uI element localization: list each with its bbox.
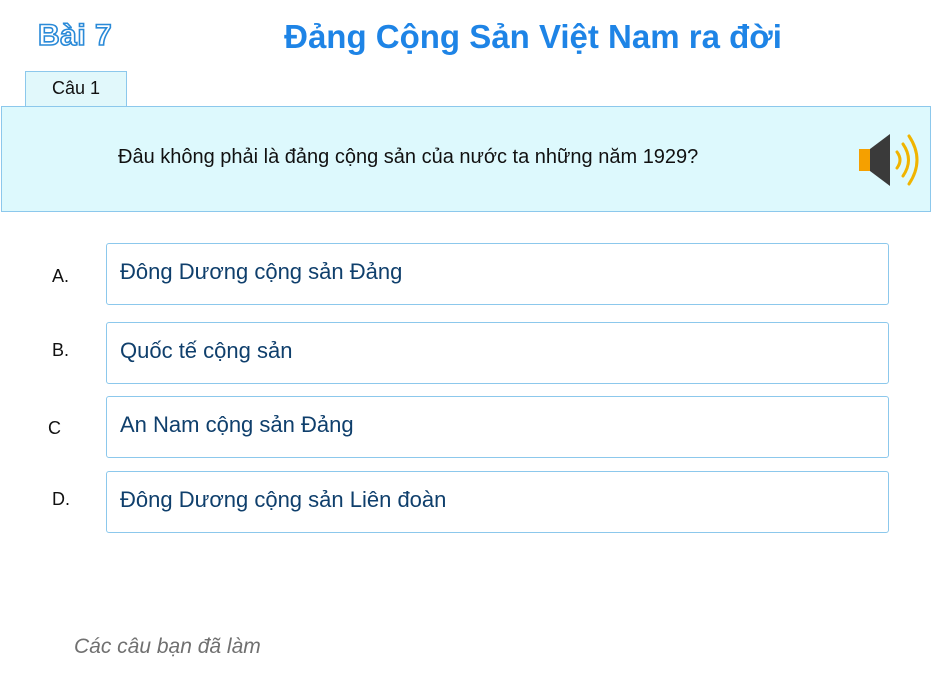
answer-option-c[interactable]: An Nam cộng sản Đảng	[106, 396, 889, 458]
lesson-label: Bài 7	[37, 18, 113, 53]
answer-letter-a: A.	[52, 266, 70, 286]
page-title: Đảng Cộng Sản Việt Nam ra đời	[284, 18, 782, 55]
answer-letter-c: C	[48, 418, 61, 438]
answer-text: An Nam cộng sản Đảng	[120, 412, 354, 437]
answered-questions-label: Các câu bạn đã làm	[74, 635, 261, 658]
answer-text: Đông Dương cộng sản Liên đoàn	[120, 487, 447, 512]
answer-option-b[interactable]: Quốc tế cộng sản	[106, 322, 889, 384]
question-text: Đâu không phải là đảng cộng sản của nước…	[118, 146, 699, 168]
answer-option-a[interactable]: Đông Dương cộng sản Đảng	[106, 243, 889, 305]
question-panel: Đâu không phải là đảng cộng sản của nước…	[1, 106, 931, 212]
answer-letter-d: D.	[52, 489, 70, 509]
audio-button[interactable]	[853, 129, 927, 193]
answer-letter-b: B.	[52, 340, 70, 360]
speaker-icon	[859, 134, 919, 186]
answer-text: Đông Dương cộng sản Đảng	[120, 259, 403, 284]
question-tab[interactable]: Câu 1	[25, 71, 127, 106]
answer-option-d[interactable]: Đông Dương cộng sản Liên đoàn	[106, 471, 889, 533]
answer-text: Quốc tế cộng sản	[120, 338, 293, 363]
